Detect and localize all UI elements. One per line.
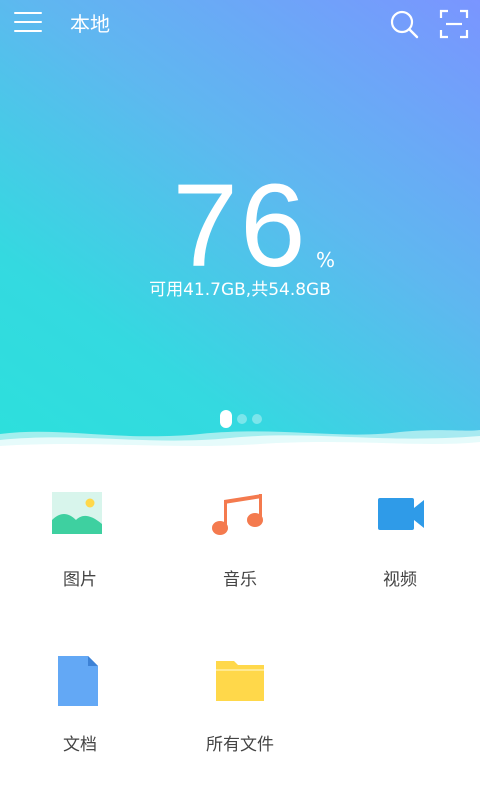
category-images[interactable]: 图片 [0, 460, 160, 610]
menu-icon-line [14, 21, 42, 23]
category-label: 所有文件 [206, 735, 274, 755]
storage-hero: 本地 76 % 可用41.7GB,共54.8GB [0, 0, 480, 450]
category-label: 文档 [63, 735, 97, 755]
category-documents[interactable]: 文档 [0, 625, 160, 775]
search-button[interactable] [388, 8, 420, 40]
music-icon [212, 494, 263, 535]
storage-percent: 76 [0, 160, 480, 291]
category-label: 音乐 [223, 570, 257, 590]
category-grid: 图片 音乐 视频 文档 所有文件 [0, 460, 480, 800]
page-title: 本地 [70, 12, 110, 36]
search-icon [390, 10, 419, 39]
scan-icon [439, 9, 469, 39]
storage-percent-value: 76 [172, 160, 308, 292]
percent-sign: % [316, 248, 336, 272]
storage-summary: 可用41.7GB,共54.8GB [149, 280, 331, 300]
wave-decoration [0, 430, 480, 450]
menu-icon-line [14, 12, 42, 14]
document-icon [58, 656, 98, 706]
menu-icon-line [14, 30, 42, 32]
category-music[interactable]: 音乐 [160, 460, 320, 610]
top-bar: 本地 [0, 0, 480, 48]
menu-button[interactable] [14, 10, 44, 36]
folder-icon [216, 661, 264, 701]
video-icon [378, 498, 424, 530]
scan-button[interactable] [438, 8, 470, 40]
category-video[interactable]: 视频 [320, 460, 480, 610]
category-label: 视频 [383, 570, 417, 590]
category-all-files[interactable]: 所有文件 [160, 625, 320, 775]
category-label: 图片 [63, 570, 97, 590]
image-icon [52, 492, 102, 534]
